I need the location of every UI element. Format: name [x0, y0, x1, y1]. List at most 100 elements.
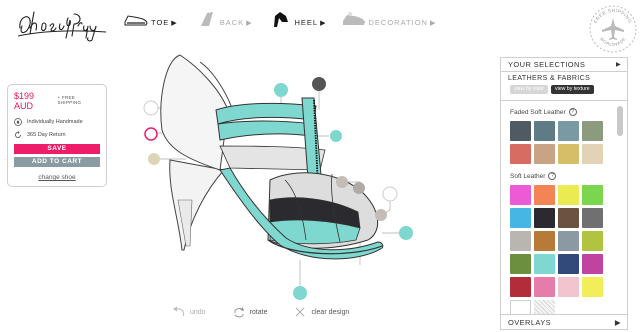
step-back-label: BACK	[219, 18, 245, 27]
faded-soft-leather-title: Faded Soft Leather	[510, 108, 566, 116]
hotspot-circle[interactable]	[330, 130, 342, 142]
step-decoration-label: DECORATION	[368, 18, 428, 27]
clear-icon	[296, 307, 305, 317]
help-icon[interactable]: ?	[548, 172, 557, 180]
color-swatch[interactable]	[534, 231, 555, 251]
price-panel: $199 AUD + FREE SHIPPING Individually Ha…	[7, 84, 107, 187]
overlays-label: OVERLAYS	[508, 317, 552, 327]
logo-wordmark	[17, 11, 107, 42]
color-swatch[interactable]	[510, 144, 531, 164]
color-swatch[interactable]	[558, 144, 579, 164]
chevron-right-icon: ▶	[614, 317, 621, 327]
color-swatch[interactable]	[534, 144, 555, 164]
decoration-icon	[342, 12, 365, 25]
save-button[interactable]: SAVE	[14, 144, 100, 154]
chevron-right-icon: ▶	[246, 20, 252, 27]
color-swatch[interactable]	[558, 208, 579, 228]
color-swatch[interactable]	[510, 277, 531, 297]
panel-scrollbar[interactable]	[617, 106, 623, 136]
color-swatch[interactable]	[558, 121, 579, 141]
color-swatch[interactable]	[510, 121, 531, 141]
rotate-icon	[234, 307, 244, 318]
color-swatch[interactable]	[558, 185, 579, 205]
help-icon[interactable]: ?	[568, 108, 577, 116]
hotspot-circle[interactable]	[353, 182, 365, 194]
color-swatch[interactable]	[510, 185, 531, 205]
add-to-cart-button[interactable]: ADD TO CART	[14, 157, 100, 167]
clear-design-button[interactable]: clear design	[293, 306, 349, 318]
heel-shape-icon	[273, 12, 288, 27]
brand-logo[interactable]	[16, 6, 108, 42]
free-shipping-note: + FREE SHIPPING	[57, 95, 82, 105]
hotspot-circle[interactable]	[382, 186, 398, 202]
feature-return: 365 Day Return	[27, 132, 66, 138]
toe-shape-icon	[124, 15, 148, 26]
color-swatch[interactable]	[582, 208, 603, 228]
color-swatch[interactable]	[558, 277, 579, 297]
rotate-label: rotate	[249, 308, 268, 316]
shoe-preview	[120, 50, 440, 310]
color-swatch[interactable]	[582, 121, 603, 141]
color-swatch[interactable]	[534, 254, 555, 274]
color-swatch[interactable]	[582, 231, 603, 251]
hotspot-circle[interactable]	[336, 176, 348, 188]
chevron-right-icon: ▶	[171, 20, 177, 27]
step-decoration[interactable]: DECORATION ▶	[342, 6, 436, 28]
return-icon	[15, 131, 21, 138]
faded-swatch-grid	[501, 116, 627, 164]
hotspot-circle[interactable]	[375, 209, 387, 221]
change-shoe-link[interactable]: change shoe	[14, 174, 100, 181]
hotspot-circle[interactable]	[144, 127, 158, 141]
undo-label: undo	[190, 308, 206, 316]
step-heel-label: HEEL	[294, 18, 319, 27]
color-swatch[interactable]	[534, 208, 555, 228]
undo-button[interactable]: undo	[172, 306, 206, 318]
step-heel[interactable]: HEEL ▶	[268, 6, 326, 28]
your-selections-label: YOUR SELECTIONS	[508, 60, 586, 69]
color-swatch[interactable]	[510, 208, 531, 228]
selection-panel: YOUR SELECTIONS ▶ LEATHERS & FABRICS vie…	[500, 57, 628, 330]
rotate-button[interactable]: rotate	[232, 306, 268, 318]
undo-icon	[173, 306, 185, 317]
color-swatch[interactable]	[510, 231, 531, 251]
color-swatch[interactable]	[582, 277, 603, 297]
hotspot-circle[interactable]	[399, 226, 413, 240]
color-swatch[interactable]	[534, 277, 555, 297]
hotspot-circle[interactable]	[148, 153, 160, 165]
design-steps-nav: TOE ▶ BACK ▶ HEEL ▶ DECORATION ▶	[124, 6, 451, 28]
handmade-icon	[14, 118, 22, 126]
overlays-header[interactable]: OVERLAYS ▶	[501, 314, 627, 329]
color-swatch[interactable]	[534, 185, 555, 205]
step-toe-label: TOE	[151, 18, 170, 27]
hotspot-circle[interactable]	[274, 83, 288, 97]
color-swatch[interactable]	[582, 254, 603, 274]
canvas-actions: undo rotate clear design	[172, 306, 375, 318]
shoe-illustration	[143, 54, 413, 300]
step-toe[interactable]: TOE ▶	[124, 6, 177, 28]
chevron-right-icon: ▶	[320, 20, 326, 27]
color-swatch[interactable]	[534, 121, 555, 141]
hotspot-circle[interactable]	[143, 100, 159, 116]
view-by-color-button[interactable]: view by color	[510, 85, 548, 94]
chevron-right-icon: ▶	[615, 62, 621, 68]
color-swatch[interactable]	[582, 185, 603, 205]
price-value: $199 AUD	[14, 91, 35, 111]
hotspot-circle[interactable]	[293, 286, 307, 300]
color-swatch[interactable]	[558, 231, 579, 251]
color-swatch[interactable]	[558, 254, 579, 274]
color-swatch[interactable]	[510, 254, 531, 274]
color-swatch[interactable]	[582, 144, 603, 164]
airplane-icon	[602, 18, 624, 40]
hotspot-circle[interactable]	[312, 77, 326, 91]
feature-handmade: Individually Handmade	[27, 119, 83, 125]
step-back[interactable]: BACK ▶	[193, 6, 252, 28]
view-by-texture-button[interactable]: view by texture	[550, 85, 594, 94]
leathers-fabrics-title: LEATHERS & FABRICS	[508, 75, 591, 82]
back-shape-icon	[200, 12, 213, 26]
soft-leather-title: Soft Leather	[510, 172, 546, 180]
clear-design-label: clear design	[311, 308, 350, 316]
chevron-right-icon: ▶	[429, 20, 436, 27]
free-shipping-badge: FREE SHIPPING WORLDWIDE	[588, 4, 638, 54]
soft-swatch-grid	[501, 180, 627, 320]
your-selections-header[interactable]: YOUR SELECTIONS ▶	[501, 58, 627, 72]
